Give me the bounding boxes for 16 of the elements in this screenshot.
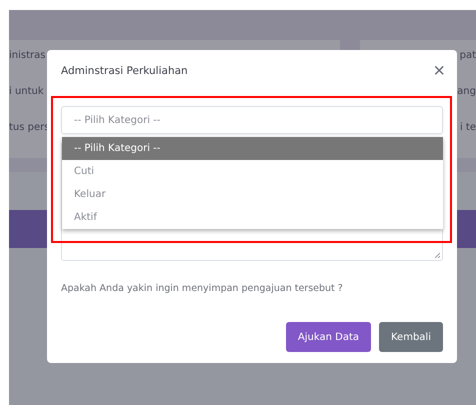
background-text: i untuk xyxy=(9,86,44,99)
background-text: inistras xyxy=(9,50,46,63)
background-text: pat xyxy=(460,50,476,63)
background-text: ang xyxy=(457,86,476,99)
submit-button[interactable]: Ajukan Data xyxy=(286,322,371,352)
resize-grip-icon xyxy=(434,252,440,258)
modal-title: Adminstrasi Perkuliahan xyxy=(61,65,188,77)
dropdown-option[interactable]: Aktif xyxy=(62,206,443,229)
confirm-message: Apakah Anda yakin ingin menyimpan pengajuan tersebut ? xyxy=(61,283,344,294)
dropdown-option[interactable]: -- Pilih Kategori -- xyxy=(62,137,443,160)
close-button[interactable]: × xyxy=(433,61,445,81)
background-text: i te xyxy=(460,122,476,135)
back-button[interactable]: Kembali xyxy=(379,322,443,352)
category-select[interactable]: -- Pilih Kategori -- xyxy=(61,106,443,134)
dropdown-option[interactable]: Cuti xyxy=(62,160,443,183)
dropdown-option[interactable]: Keluar xyxy=(62,183,443,206)
